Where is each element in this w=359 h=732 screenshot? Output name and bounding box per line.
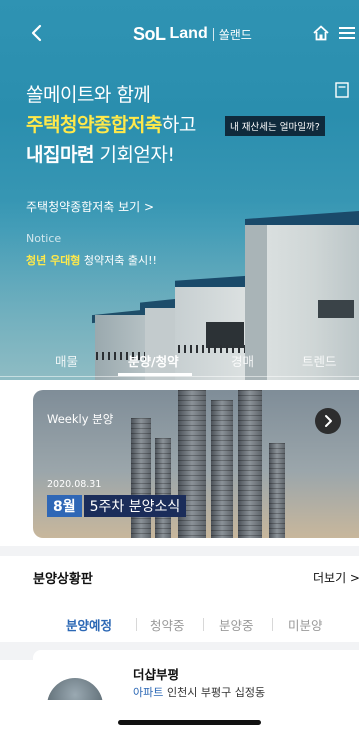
headline-line-1: 쏠메이트와 함께 — [26, 84, 151, 106]
item-type: 아파트 — [133, 686, 164, 699]
subtab-selling[interactable]: 분양중 — [219, 615, 254, 634]
board-title: 분양상황판 — [33, 572, 93, 587]
status-subtabs: 분양예정 청약중 분양중 미분양 — [33, 615, 359, 635]
app-logo[interactable]: SoL Land 쏠랜드 — [133, 23, 252, 45]
card-tower — [155, 438, 171, 538]
headline-line-2-rest: 하고 — [161, 114, 196, 136]
savings-view-link[interactable]: 주택청약종합저축 보기 > — [26, 198, 154, 215]
card-tower — [211, 400, 233, 538]
hamburger-menu-icon[interactable] — [339, 26, 355, 40]
subtab-upcoming[interactable]: 분양예정 — [66, 615, 112, 634]
subtab-unsold[interactable]: 미분양 — [288, 615, 323, 634]
back-arrow-icon[interactable] — [30, 24, 44, 42]
property-tax-tooltip[interactable]: 내 재산세는 얼마일까? — [225, 116, 325, 136]
weekly-presale-card[interactable]: Weekly 분양 2020.08.31 8월 5주차 분양소식 — [33, 390, 359, 538]
document-icon[interactable] — [335, 82, 349, 98]
notice-label: Notice — [26, 232, 62, 245]
notice-highlight: 청년 우대형 — [26, 254, 81, 267]
weekly-label: Weekly 분양 — [47, 412, 114, 426]
tabs-divider — [0, 376, 359, 377]
weekly-week: 5주차 분양소식 — [83, 495, 187, 517]
next-arrow-icon[interactable] — [315, 408, 341, 434]
category-tabs: 매물 분양/청약 경매 트렌드 — [0, 345, 359, 377]
top-bar: SoL Land 쏠랜드 — [0, 18, 359, 48]
headline-line-3-rest: 기회얻자! — [93, 144, 175, 166]
item-address: 인천시 부평구 십정동 — [167, 686, 266, 699]
headline-line-3: 내집마련 기회얻자! — [26, 140, 196, 170]
section-divider — [0, 546, 359, 556]
headline-highlight: 주택청약종합저축 — [26, 114, 162, 136]
hero-banner[interactable]: SoL Land 쏠랜드 쏠메이트와 함께 주택청약종합저축하고 내집마련 기회… — [0, 0, 359, 380]
home-icon[interactable] — [312, 24, 330, 42]
home-indicator — [118, 720, 261, 725]
card-tower — [131, 418, 151, 538]
hero-headline: 쏠메이트와 함께 주택청약종합저축하고 내집마련 기회얻자! — [26, 80, 196, 170]
weekly-title: 8월 5주차 분양소식 — [47, 495, 187, 517]
subtab-separator — [272, 618, 273, 631]
headline-line-2: 주택청약종합저축하고 — [26, 110, 196, 140]
more-link[interactable]: 더보기 > — [313, 569, 359, 586]
building-main-window — [318, 300, 354, 318]
tab-listings[interactable]: 매물 — [55, 351, 78, 370]
tab-auction[interactable]: 경매 — [231, 351, 254, 370]
bottom-safe-area — [18, 700, 359, 732]
weekly-date: 2020.08.31 — [47, 479, 102, 490]
tab-trend[interactable]: 트렌드 — [302, 351, 337, 370]
subtab-subscribing[interactable]: 청약중 — [150, 615, 185, 634]
tab-presale[interactable]: 분양/청약 — [128, 351, 179, 370]
notice-text[interactable]: 청년 우대형 청약저축 출시!! — [26, 252, 157, 268]
card-tower — [269, 443, 285, 538]
subtab-separator — [203, 618, 204, 631]
weekly-month: 8월 — [47, 495, 82, 517]
logo-land-text: Land — [169, 25, 208, 42]
headline-bold: 내집마련 — [26, 144, 94, 166]
logo-separator — [212, 27, 214, 41]
notice-rest: 청약저축 출시!! — [80, 254, 157, 267]
card-tower — [238, 390, 262, 538]
active-tab-indicator — [118, 373, 192, 376]
subtab-separator — [136, 618, 137, 631]
logo-korean-text: 쏠랜드 — [218, 27, 252, 42]
logo-sol-text: SoL — [133, 23, 166, 44]
item-name: 더샵부평 — [133, 667, 180, 682]
